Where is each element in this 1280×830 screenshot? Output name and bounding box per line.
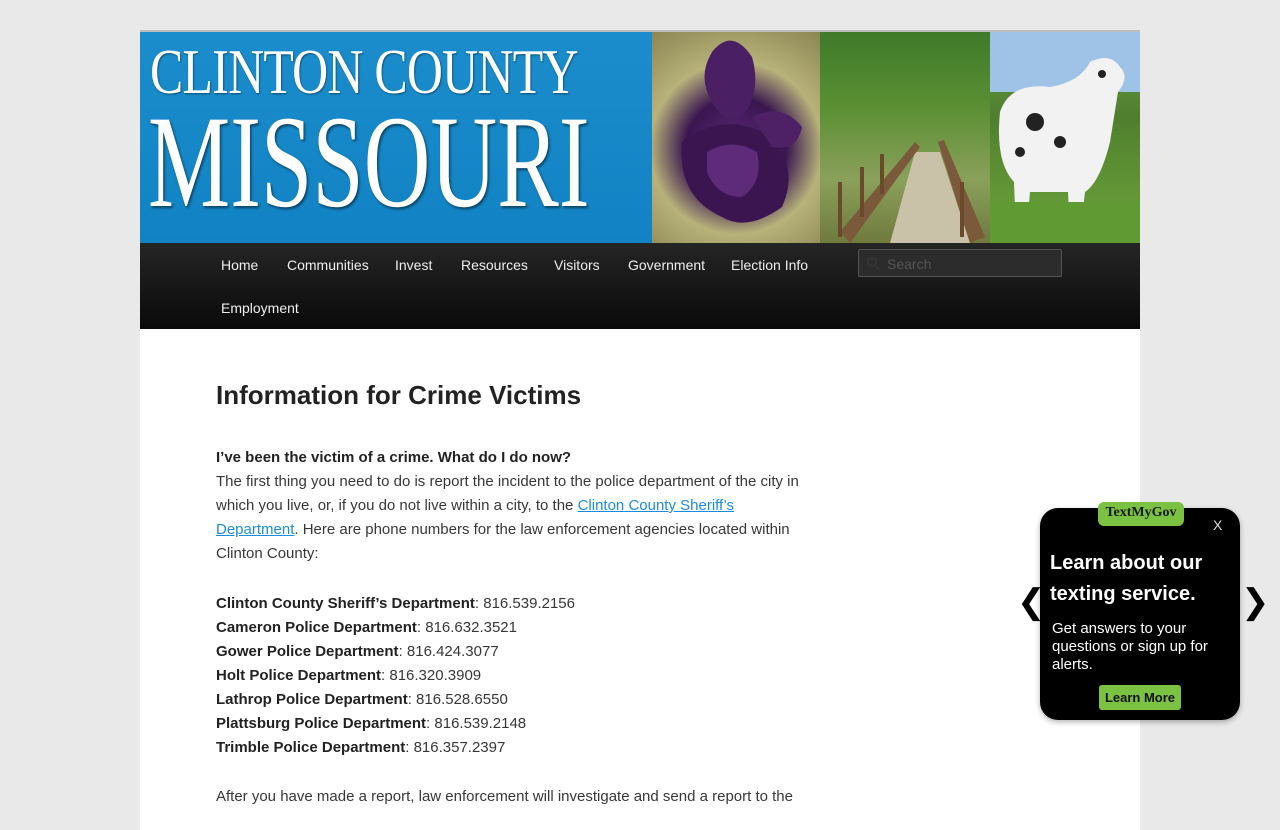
agency-phone: : 816.320.3909 [381,667,482,684]
agency-phone: : 816.357.2397 [405,739,506,756]
header-banner[interactable]: CLINTON COUNTY MISSOURI [140,30,1140,243]
banner-title-area: CLINTON COUNTY MISSOURI [140,32,652,243]
nav-home[interactable]: Home [221,257,258,273]
learn-more-button[interactable]: Learn More [1099,685,1181,710]
intro-text-after-link: . Here are phone numbers for the law enf… [216,521,790,562]
agency-row: Gower Police Department: 816.424.3077 [216,640,816,664]
agency-row: Cameron Police Department: 816.632.3521 [216,616,816,640]
agency-phone: : 816.528.6550 [407,691,508,708]
agency-phone: : 816.539.2148 [426,715,527,732]
nav-visitors[interactable]: Visitors [554,257,600,273]
intro-paragraph: The first thing you need to do is report… [216,470,816,566]
agency-name: Plattsburg Police Department [216,715,427,732]
nav-resources[interactable]: Resources [461,257,528,273]
popup-close-button[interactable]: X [1213,517,1222,533]
agency-row: Lathrop Police Department: 816.528.6550 [216,688,816,712]
nav-employment[interactable]: Employment [221,300,299,316]
agency-row: Trimble Police Department: 816.357.2397 [216,736,816,760]
victim-question: I’ve been the victim of a crime. What do… [216,449,572,466]
nav-election-info[interactable]: Election Info [731,257,808,273]
agency-phone: : 816.539.2156 [474,595,575,612]
page-title: Information for Crime Victims [216,380,582,410]
textmygov-logo: TextMyGov [1098,502,1184,526]
agency-name: Cameron Police Department [216,619,417,636]
popup-headline: Learn about our texting service. [1050,552,1203,605]
after-report-paragraph: After you have made a report, law enforc… [216,788,793,805]
agency-name: Holt Police Department [216,667,382,684]
agency-name: Trimble Police Department [216,739,406,756]
agency-row: Holt Police Department: 816.320.3909 [216,664,816,688]
nav-invest[interactable]: Invest [395,257,432,273]
main-navigation: Home Communities Invest Resources Visito… [140,243,1140,329]
popup-description: Get answers to your questions or sign up… [1052,620,1208,673]
banner-iris-photo [652,32,820,243]
agency-phone: : 816.424.3077 [398,643,499,660]
banner-title-line2: MISSOURI [148,88,590,235]
agency-phone: : 816.632.3521 [416,619,517,636]
agency-list: Clinton County Sheriff’s Department: 816… [216,592,816,760]
agency-name: Gower Police Department [216,643,399,660]
popup-next-arrow[interactable]: ❯ [1241,582,1270,622]
search-box[interactable] [858,249,1062,278]
banner-cow-photo [990,32,1140,243]
agency-name: Lathrop Police Department [216,691,408,708]
search-icon [866,256,880,270]
agency-row: Plattsburg Police Department: 816.539.21… [216,712,816,736]
search-input[interactable] [885,250,1059,278]
nav-government[interactable]: Government [628,257,705,273]
nav-communities[interactable]: Communities [287,257,369,273]
textmygov-popup: TextMyGov X Learn about our texting serv… [1040,502,1240,720]
agency-row: Clinton County Sheriff’s Department: 816… [216,592,816,616]
banner-boardwalk-photo [820,32,990,243]
agency-name: Clinton County Sheriff’s Department [216,595,475,612]
page-container: CLINTON COUNTY MISSOURI Home Communities… [140,30,1140,830]
